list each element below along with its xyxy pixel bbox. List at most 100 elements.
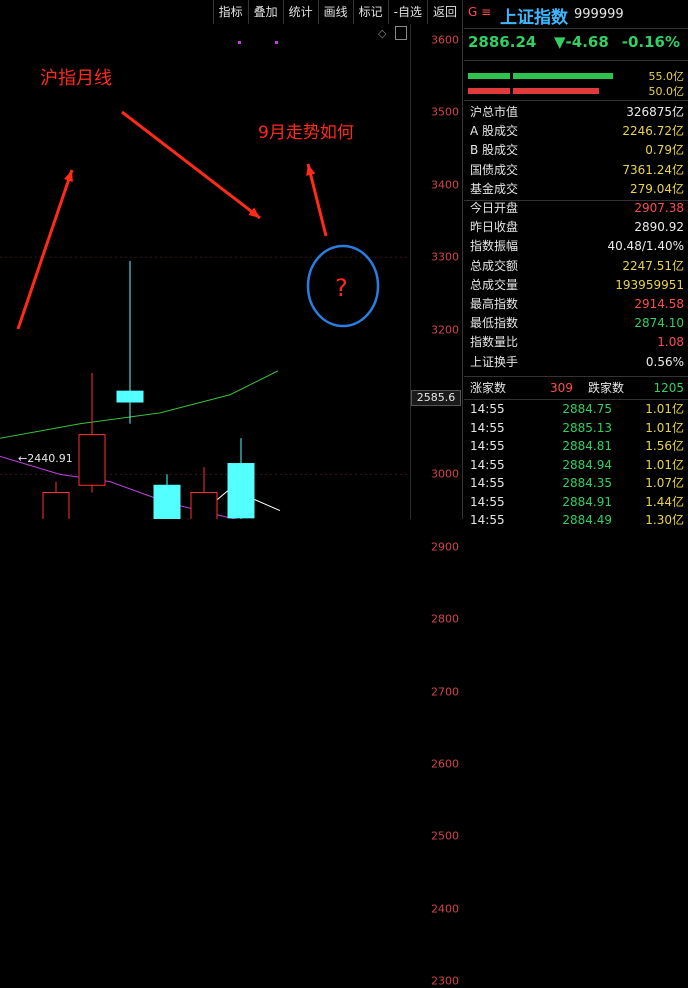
tick-row[interactable]: 14:55 2884.75 1.01亿 bbox=[470, 400, 684, 418]
stat-label: 总成交额 bbox=[470, 258, 519, 273]
tick-vol: 1.01亿 bbox=[645, 420, 684, 435]
expand-icon[interactable] bbox=[395, 26, 407, 40]
price-tick: 2900 bbox=[431, 540, 459, 554]
price-tick: 2400 bbox=[431, 902, 459, 916]
stat-value: 193959951 bbox=[615, 277, 684, 292]
down-strength-value: 50.0亿 bbox=[648, 85, 685, 98]
stat-value: 0.56% bbox=[645, 354, 684, 369]
price-tick: 2800 bbox=[431, 612, 459, 626]
stat-row: 指数振幅 40.48/1.40% bbox=[470, 237, 684, 255]
stat-row: 最高指数 2914.58 bbox=[470, 295, 684, 313]
tick-row[interactable]: 14:55 2884.91 1.44亿 bbox=[470, 493, 684, 511]
candle-body bbox=[227, 463, 255, 519]
question-annotation: 9月走势如何 bbox=[258, 123, 354, 143]
tick-vol: 1.44亿 bbox=[645, 494, 684, 509]
kline-chart[interactable]: 沪指月线 9月走势如何 ? ←2440.91 ◇ bbox=[0, 24, 410, 910]
price-tick: 2700 bbox=[431, 685, 459, 699]
toolbar-button[interactable]: 返回 bbox=[426, 0, 462, 24]
price-tick: 2300 bbox=[431, 974, 459, 988]
tick-time: 14:55 bbox=[470, 513, 505, 527]
stat-row: 总成交量 193959951 bbox=[470, 276, 684, 294]
tick-price: 2884.94 bbox=[562, 457, 612, 472]
kline-svg[interactable] bbox=[0, 24, 410, 910]
tick-vol: 1.01亿 bbox=[645, 402, 684, 416]
toolbar-button[interactable]: 标记 bbox=[352, 0, 388, 24]
candle-body bbox=[78, 434, 106, 486]
toolbar-button[interactable]: 指标 bbox=[212, 0, 248, 24]
tick-row[interactable]: 14:55 2884.35 1.07亿 bbox=[470, 474, 684, 492]
price-tick: 3500 bbox=[431, 105, 459, 119]
question-mark: ? bbox=[335, 274, 348, 302]
stat-label: A 股成交 bbox=[470, 124, 519, 139]
stat-value: 7361.24亿 bbox=[622, 162, 684, 177]
down-strength-bar bbox=[468, 88, 510, 94]
tick-row[interactable]: 14:55 2884.49 1.30亿 bbox=[470, 511, 684, 529]
tick-row[interactable]: 14:55 2884.81 1.56亿 bbox=[470, 437, 684, 455]
stat-row: 昨日收盘 2890.92 bbox=[470, 218, 684, 236]
tick-row[interactable]: 14:55 2884.94 1.01亿 bbox=[470, 456, 684, 474]
header-flags: G ≡ bbox=[468, 5, 491, 19]
tick-price: 2884.91 bbox=[562, 494, 612, 509]
index-name: 上证指数 bbox=[500, 8, 568, 28]
candle-body bbox=[116, 390, 144, 403]
stat-value: 2890.92 bbox=[634, 220, 684, 235]
tick-price: 2885.13 bbox=[562, 420, 612, 435]
stat-row: 总成交额 2247.51亿 bbox=[470, 257, 684, 275]
stat-label: 总成交量 bbox=[470, 277, 519, 292]
stat-value: 2874.10 bbox=[634, 316, 684, 331]
toolbar-button[interactable]: 画线 bbox=[317, 0, 353, 24]
stat-value: 2907.38 bbox=[634, 201, 684, 215]
stat-value: 1.08 bbox=[657, 335, 684, 350]
stat-label: 昨日收盘 bbox=[470, 220, 519, 235]
price-tick: 3400 bbox=[431, 178, 459, 192]
stat-value: 0.79亿 bbox=[645, 143, 684, 158]
tick-vol: 1.01亿 bbox=[645, 457, 684, 472]
stat-value: 40.48/1.40% bbox=[607, 239, 684, 254]
change-percent: -0.16% bbox=[621, 33, 680, 51]
toolbar-button[interactable]: -自选 bbox=[387, 0, 427, 24]
up-count-label: 涨家数 bbox=[470, 381, 507, 395]
stat-row: 最低指数 2874.10 bbox=[470, 314, 684, 332]
tick-time: 14:55 bbox=[470, 402, 505, 416]
last-price: 2886.24 bbox=[468, 33, 537, 51]
chart-toolbar: 指标 叠加 统计 画线 标记 -自选 返回 bbox=[0, 0, 462, 24]
stat-row: 基金成交 279.04亿 bbox=[470, 180, 684, 198]
toolbar-button[interactable]: 叠加 bbox=[247, 0, 283, 24]
settings-icon[interactable]: ◇ bbox=[378, 27, 386, 40]
stat-value: 2246.72亿 bbox=[622, 124, 684, 139]
stat-label: 国债成交 bbox=[470, 162, 519, 177]
toolbar-button[interactable]: 统计 bbox=[282, 0, 318, 24]
candle-body bbox=[190, 492, 218, 541]
ma-line-green bbox=[0, 370, 279, 439]
stat-value: 326875亿 bbox=[626, 105, 684, 119]
price-tick: 3600 bbox=[431, 33, 459, 47]
tick-vol: 1.30亿 bbox=[645, 513, 684, 527]
tick-time: 14:55 bbox=[470, 457, 505, 472]
tick-price: 2884.35 bbox=[562, 476, 612, 490]
quote-panel: G ≡ 上证指数 999999 2886.24 ▼-4.68 -0.16% 55… bbox=[464, 0, 688, 527]
arrow-annotation-head bbox=[64, 170, 73, 182]
stat-row: 指数量比 1.08 bbox=[470, 333, 684, 351]
menu-icon[interactable]: ≡ bbox=[481, 5, 491, 19]
stat-label: B 股成交 bbox=[470, 143, 519, 158]
stat-label: 指数量比 bbox=[470, 335, 519, 350]
up-count-row: 涨家数 309 跌家数 1205 bbox=[470, 379, 684, 397]
stat-row: 今日开盘 2907.38 bbox=[470, 199, 684, 217]
chart-title-annotation: 沪指月线 bbox=[40, 68, 112, 89]
stat-value: 2247.51亿 bbox=[622, 258, 684, 273]
down-count-value: 1205 bbox=[653, 381, 684, 395]
stat-label: 上证换手 bbox=[470, 354, 519, 369]
panel-divider bbox=[462, 0, 463, 519]
arrow-annotation bbox=[121, 110, 261, 220]
price-tick: 3200 bbox=[431, 323, 459, 337]
price-tick: 2600 bbox=[431, 757, 459, 771]
up-strength-bar bbox=[468, 73, 510, 79]
tick-price: 2884.81 bbox=[562, 439, 612, 453]
stat-value: 2914.58 bbox=[634, 297, 684, 311]
stat-label: 最高指数 bbox=[470, 297, 519, 311]
marker-dot bbox=[238, 41, 241, 44]
tick-row[interactable]: 14:55 2885.13 1.01亿 bbox=[470, 419, 684, 437]
g-flag: G bbox=[468, 5, 478, 19]
stat-label: 今日开盘 bbox=[470, 201, 519, 215]
low-label: ←2440.91 bbox=[18, 452, 73, 465]
